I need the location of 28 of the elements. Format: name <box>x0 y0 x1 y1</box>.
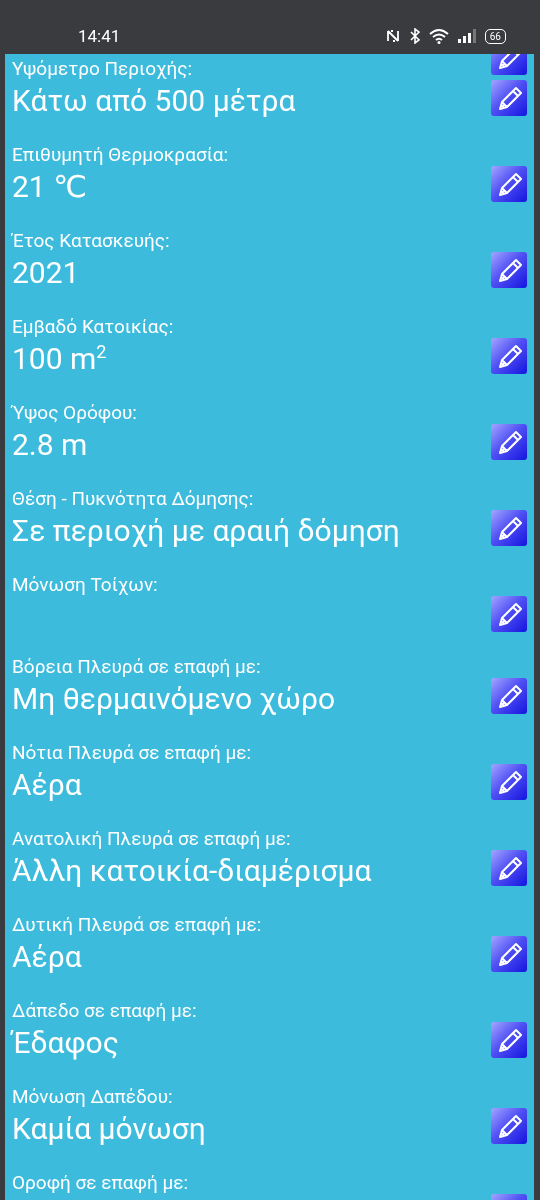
field-label: Δάπεδο σε επαφή με: <box>12 1000 197 1022</box>
field-label: Μόνωση Τοίχων: <box>12 574 158 596</box>
field-value: Αέρα <box>12 766 83 804</box>
field-value: Μη θερμαινόμενο χώρο <box>12 680 337 718</box>
field-value: Αέρα <box>12 938 83 976</box>
field-value: Καμία μόνωση <box>12 1110 207 1148</box>
field-label: Υψόμετρο Περιοχής: <box>12 58 193 80</box>
field-label: Ύψος Ορόφου: <box>12 402 137 424</box>
clock: 14:41 <box>78 25 121 46</box>
battery-level: 66 <box>484 28 506 44</box>
field-value: Άλλη κατοικία-διαμέρισμα <box>12 852 373 890</box>
field-value: 100 m$^{2}$ <box>12 340 108 378</box>
field-label: Έτος Κατασκευής: <box>12 230 170 252</box>
field-value: Κάτω από 500 μέτρα <box>12 82 297 120</box>
field-value: 2021 <box>12 254 81 292</box>
field-label: Οροφή σε επαφή με: <box>12 1172 189 1194</box>
field-value: 21 ℃ <box>12 168 88 206</box>
field-label: Βόρεια Πλευρά σε επαφή με: <box>12 656 261 678</box>
field-label: Ανατολική Πλευρά σε επαφή με: <box>12 828 291 850</box>
field-label: Επιθυμητή Θερμοκρασία: <box>12 144 229 166</box>
field-label: Δυτική Πλευρά σε επαφή με: <box>12 914 262 936</box>
field-value: Σε περιοχή με αραιή δόμηση <box>12 512 401 550</box>
field-value: 2.8 m <box>12 426 89 464</box>
field-label: Νότια Πλευρά σε επαφή με: <box>12 742 252 764</box>
field-value: Έδαφος <box>12 1024 120 1062</box>
field-label: Θέση - Πυκνότητα Δόμησης: <box>12 488 254 510</box>
field-label: Εμβαδό Κατοικίας: <box>12 316 174 338</box>
field-label: Μόνωση Δαπέδου: <box>12 1086 173 1108</box>
